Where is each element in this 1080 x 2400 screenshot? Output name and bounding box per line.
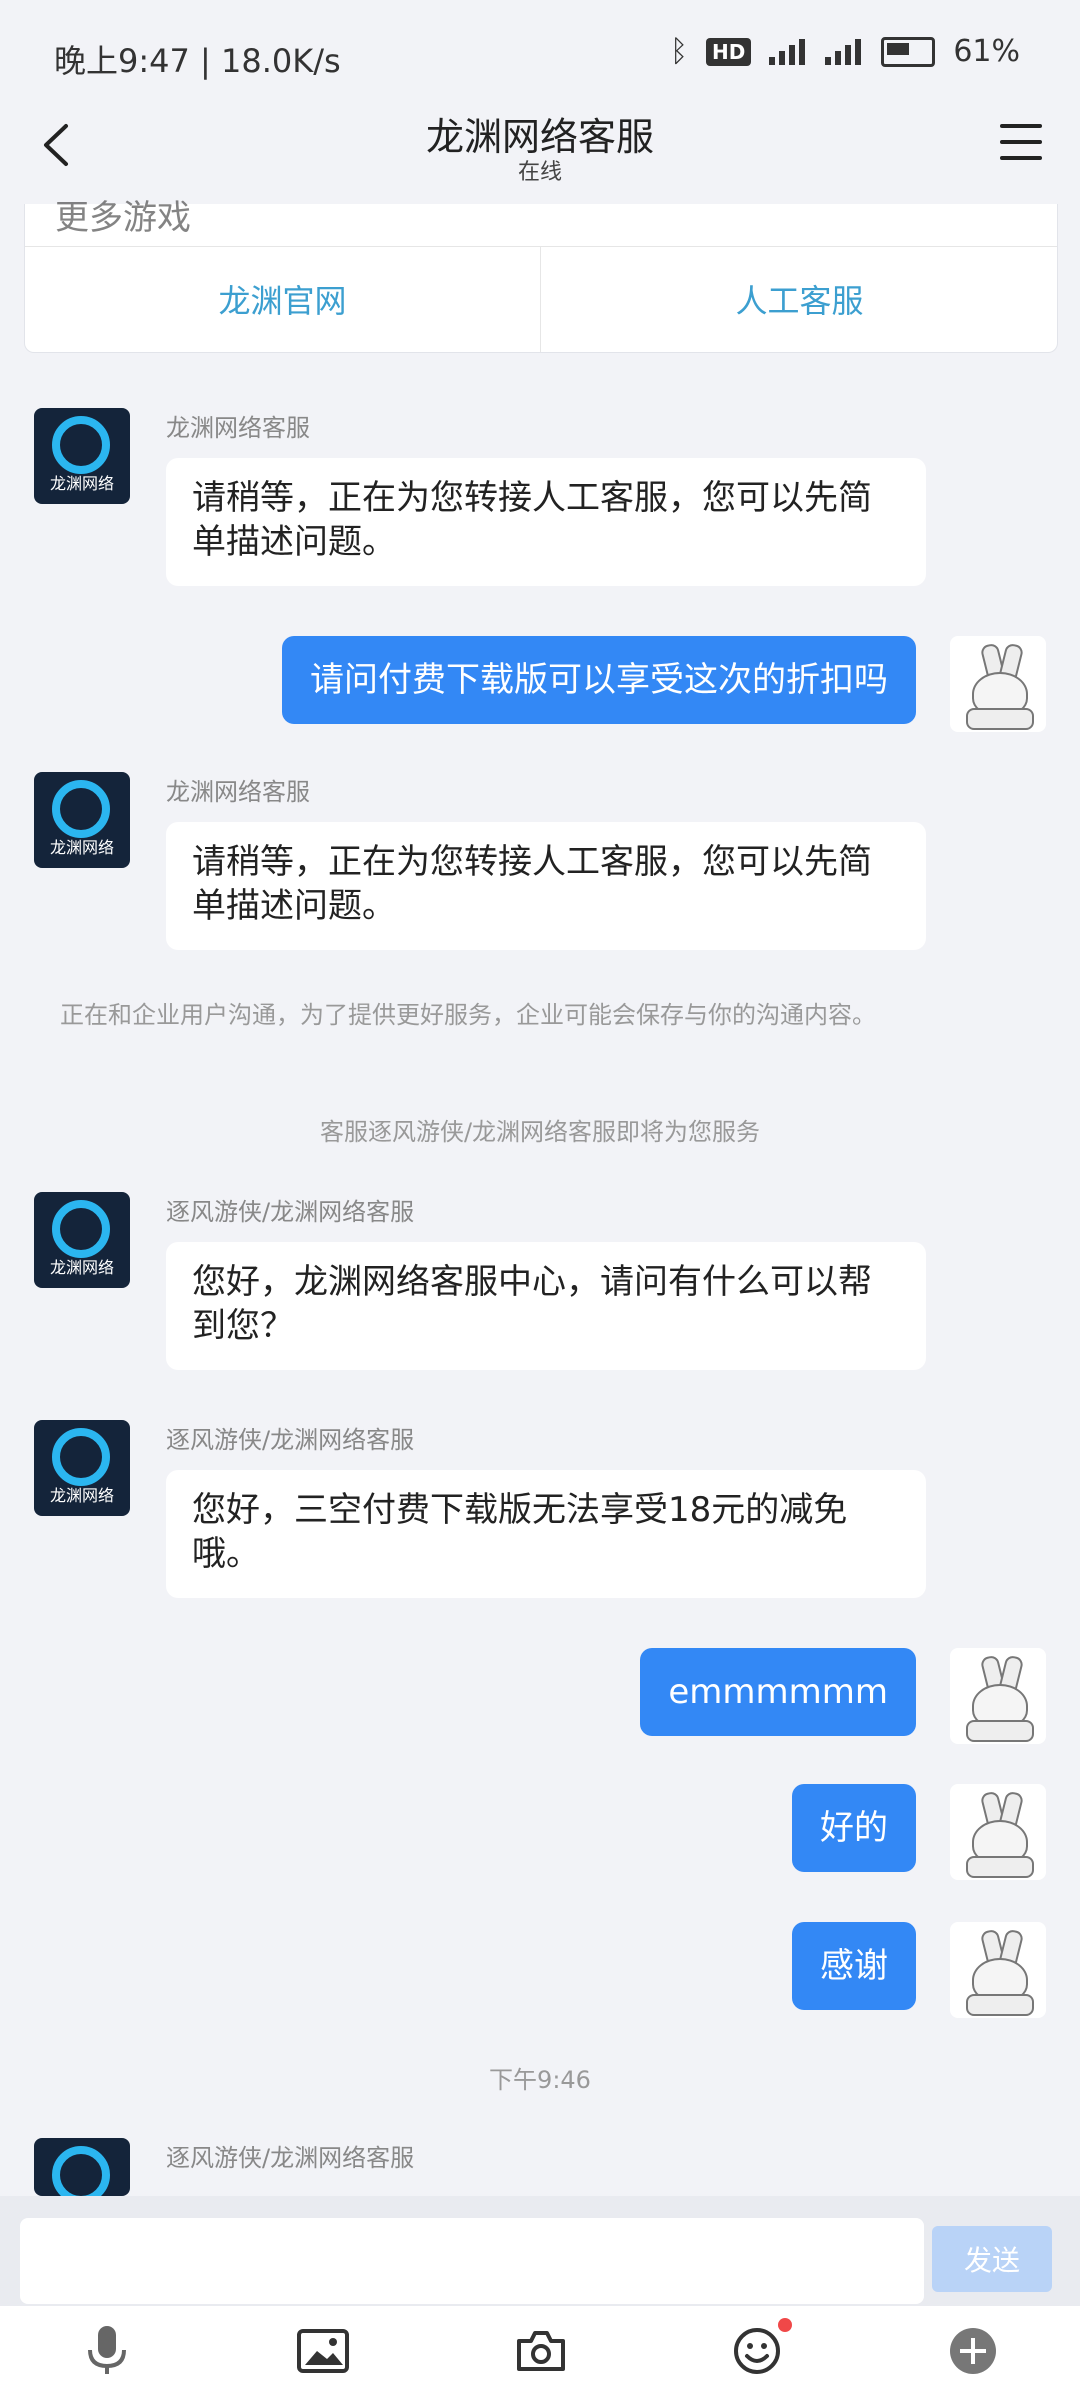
camera-icon[interactable] xyxy=(514,2324,568,2378)
message-input[interactable] xyxy=(20,2218,924,2304)
time-divider: 下午9:46 xyxy=(489,2066,591,2094)
user-avatar[interactable] xyxy=(950,1784,1046,1880)
sender-name: 龙渊网络客服 xyxy=(166,414,310,442)
user-message-bubble[interactable]: 请问付费下载版可以享受这次的折扣吗 xyxy=(282,636,916,724)
microphone-icon[interactable] xyxy=(80,2324,134,2378)
sender-name: 逐风游侠/龙渊网络客服 xyxy=(166,1426,415,1454)
sender-name: 逐风游侠/龙渊网络客服 xyxy=(166,1198,415,1226)
human-agent-button[interactable]: 人工客服 xyxy=(542,246,1057,352)
signal-icon xyxy=(769,38,807,65)
quick-links-card: 更多游戏 龙渊官网 人工客服 xyxy=(24,198,1058,353)
user-message-bubble[interactable]: 感谢 xyxy=(792,1922,916,2010)
plus-icon[interactable] xyxy=(946,2324,1000,2378)
signal-icon-2 xyxy=(825,38,863,65)
message-bubble[interactable]: 您好，三空付费下载版无法享受18元的减免哦。 xyxy=(166,1470,926,1598)
message-bubble[interactable]: 请稍等，正在为您转接人工客服，您可以先简单描述问题。 xyxy=(166,458,926,586)
user-message-bubble[interactable]: 好的 xyxy=(792,1784,916,1872)
user-avatar[interactable] xyxy=(950,636,1046,732)
sender-name: 龙渊网络客服 xyxy=(166,778,310,806)
agent-avatar[interactable]: 龙渊网络 xyxy=(34,1420,130,1516)
chat-header: 龙渊网络客服 在线 xyxy=(0,100,1080,204)
agent-avatar[interactable]: 龙渊网络 xyxy=(34,1192,130,1288)
battery-icon xyxy=(881,36,936,67)
official-site-button[interactable]: 龙渊官网 xyxy=(25,246,541,352)
online-status: 在线 xyxy=(517,160,562,185)
message-bubble[interactable]: 您好，龙渊网络客服中心，请问有什么可以帮到您？ xyxy=(166,1242,926,1370)
bot-avatar[interactable]: 龙渊网络 xyxy=(34,772,130,868)
input-toolbar xyxy=(0,2306,1080,2400)
agent-avatar[interactable] xyxy=(34,2138,130,2196)
status-time: 晚上9:47 | 18.0K/s xyxy=(54,42,341,80)
send-button[interactable]: 发送 xyxy=(932,2226,1052,2292)
privacy-notice: 正在和企业用户沟通，为了提供更好服务，企业可能会保存与你的沟通内容。 xyxy=(60,1001,876,1029)
message-bubble[interactable]: 请稍等，正在为您转接人工客服，您可以先简单描述问题。 xyxy=(166,822,926,950)
bot-avatar[interactable]: 龙渊网络 xyxy=(34,408,130,504)
image-icon[interactable] xyxy=(296,2324,350,2378)
battery-level: 61% xyxy=(953,34,1020,69)
menu-icon[interactable] xyxy=(1000,124,1042,160)
bluetooth-icon: ᛒ xyxy=(669,34,688,69)
user-avatar[interactable] xyxy=(950,1922,1046,2018)
status-icons: ᛒ HD 61% xyxy=(670,34,1020,69)
transfer-notice: 客服逐风游侠/龙渊网络客服即将为您服务 xyxy=(319,1118,761,1146)
chat-title: 龙渊网络客服 xyxy=(425,115,654,159)
status-bar: 晚上9:47 | 18.0K/s ᛒ HD 61% xyxy=(0,0,1080,110)
card-partial-row: 更多游戏 xyxy=(25,198,1057,247)
emoji-icon[interactable] xyxy=(730,2318,792,2378)
user-avatar[interactable] xyxy=(950,1648,1046,1744)
notification-dot xyxy=(778,2318,792,2332)
input-bar: 发送 xyxy=(0,2196,1080,2306)
sender-name: 逐风游侠/龙渊网络客服 xyxy=(166,2144,415,2172)
hd-badge: HD xyxy=(705,37,752,66)
user-message-bubble[interactable]: emmmmmm xyxy=(640,1648,916,1736)
